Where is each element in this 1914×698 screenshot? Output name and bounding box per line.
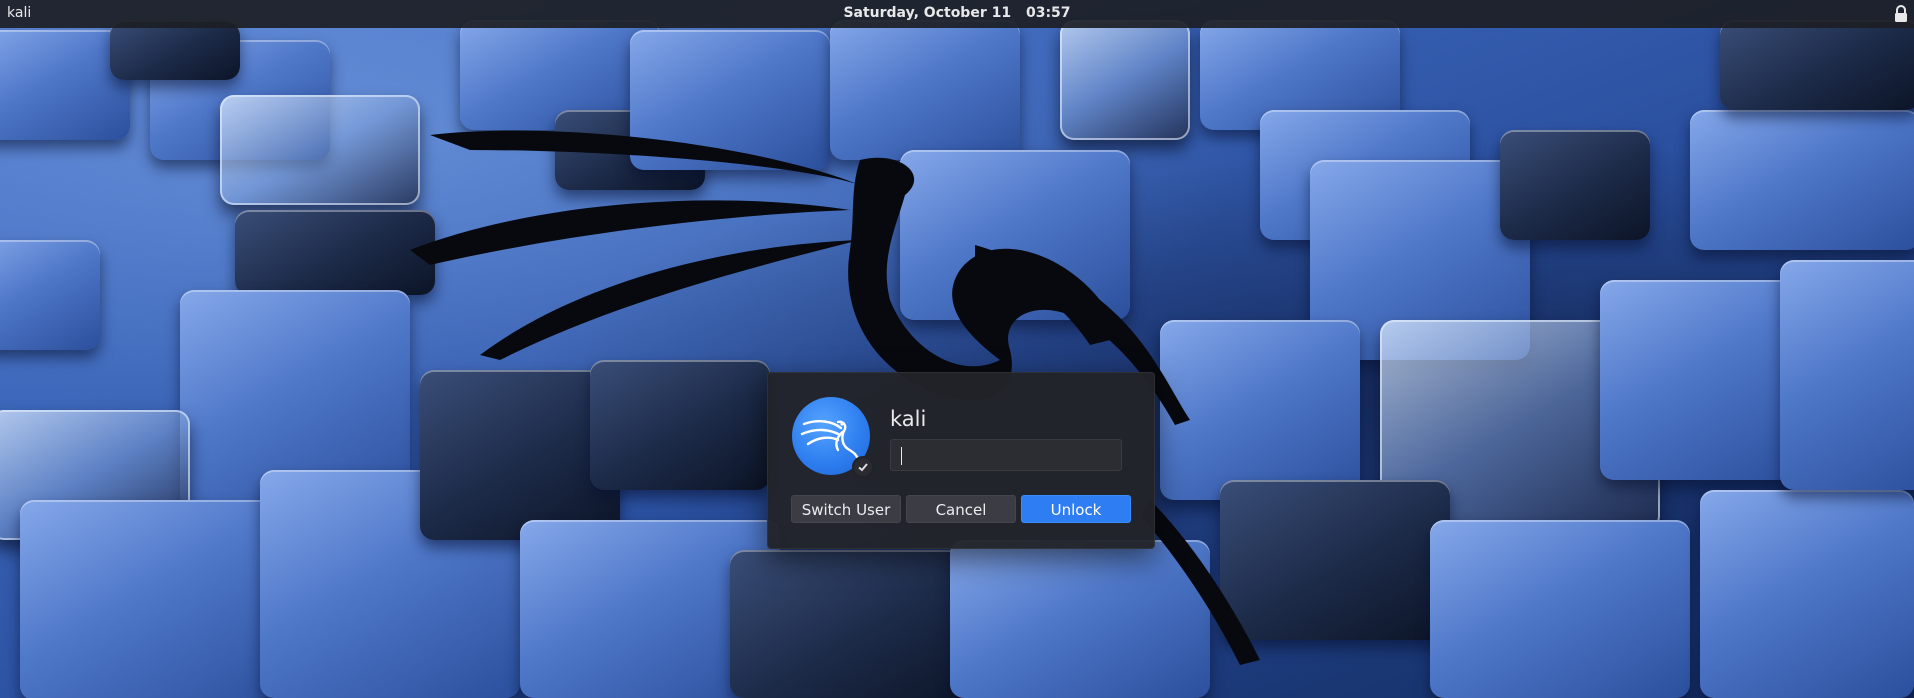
desktop-wallpaper [0, 0, 1914, 698]
text-caret [901, 447, 902, 465]
cancel-button[interactable]: Cancel [906, 495, 1016, 523]
unlock-button[interactable]: Unlock [1021, 495, 1131, 523]
clock[interactable]: Saturday, October 11 03:57 [0, 5, 1914, 21]
lock-icon [1895, 5, 1907, 22]
switch-user-button[interactable]: Switch User [791, 495, 901, 523]
date-label: Saturday, October 11 [843, 5, 1012, 21]
kali-dragon-wallpaper-art [410, 130, 1260, 665]
password-input[interactable] [890, 439, 1122, 471]
check-icon [852, 456, 874, 478]
unlock-dialog: kali Switch User Cancel Unlock [767, 372, 1155, 549]
username-label: kali [890, 407, 927, 431]
time-label: 03:57 [1025, 5, 1071, 21]
top-panel: kali Saturday, October 11 03:57 [0, 0, 1914, 28]
